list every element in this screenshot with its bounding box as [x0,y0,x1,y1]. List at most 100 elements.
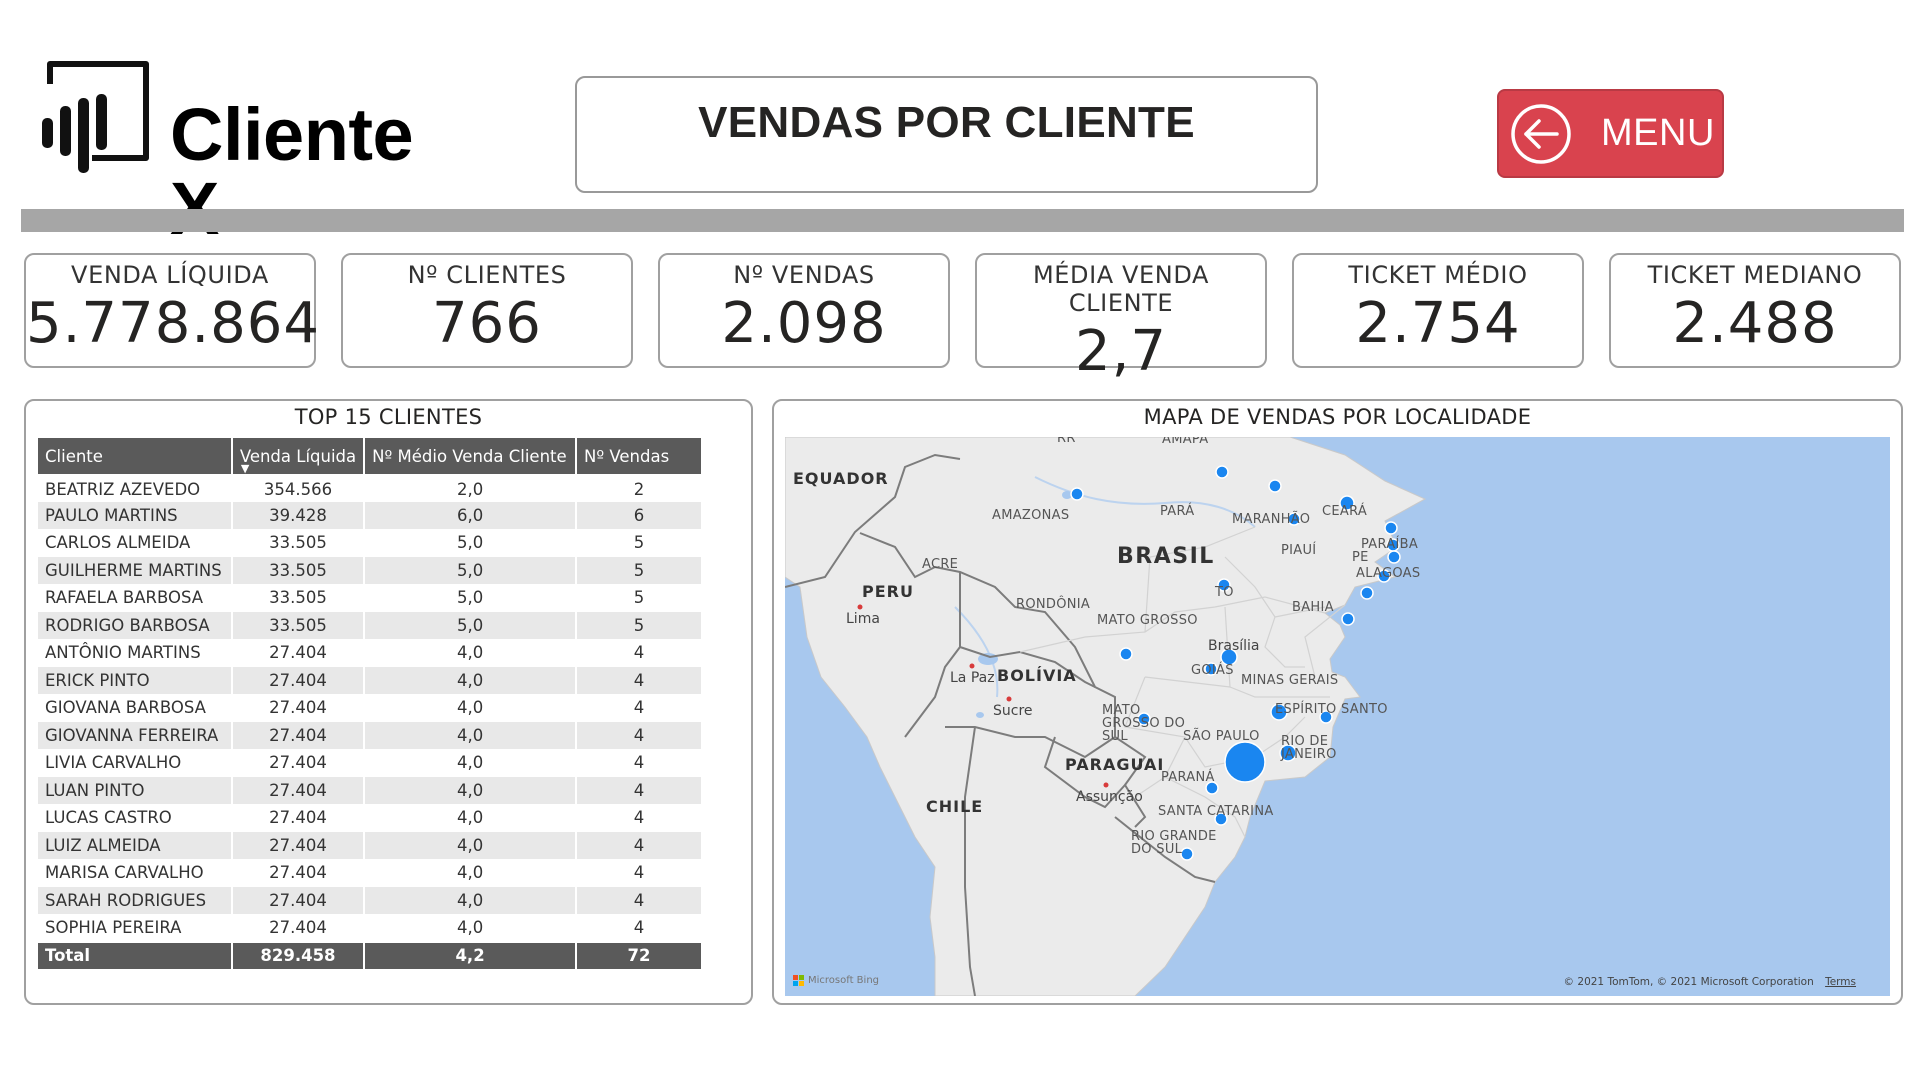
kpi-label: TICKET MÉDIO [1348,261,1528,289]
sales-bubble[interactable] [1224,741,1266,783]
table-row[interactable]: GUILHERME MARTINS 33.505 5,0 5 [38,556,701,584]
map-region-label: BAHIA [1292,600,1334,615]
column-header-n-vendas[interactable]: Nº Vendas [576,438,701,474]
cell-medio-venda-cliente: 4,0 [364,804,578,832]
sales-bubble[interactable] [1384,521,1398,535]
kpi-label: Nº CLIENTES [407,261,567,289]
page-title: VENDAS POR CLIENTE [698,98,1195,147]
map-country-label: PARAGUAI [1065,755,1165,774]
table-row[interactable]: ANTÔNIO MARTINS 27.404 4,0 4 [38,639,701,667]
cell-cliente: GUILHERME MARTINS [38,556,233,584]
sales-bubble[interactable] [1341,612,1355,626]
map-region-label: PARAÍBA [1361,537,1419,552]
sales-bubble[interactable] [1387,550,1401,564]
cell-n-vendas: 4 [633,917,645,937]
map-region-label: CEARÁ [1322,504,1368,519]
cell-medio-venda-cliente: 4,0 [364,859,578,887]
table-row[interactable]: RODRIGO BARBOSA 33.505 5,0 5 [38,611,701,639]
map-region-label: MARANHÃO [1232,512,1311,527]
table-row[interactable]: LIVIA CARVALHO 27.404 4,0 4 [38,749,701,777]
table-row[interactable]: RAFAELA BARBOSA 33.505 5,0 5 [38,584,701,612]
cell-venda-liquida: 27.404 [231,804,366,832]
map-region-label: ESPÍRITO SANTO [1275,702,1388,717]
cell-cliente: MARISA CARVALHO [38,859,233,887]
table-total-row: Total 829.458 4,2 72 [38,940,701,969]
cell-cliente: GIOVANNA FERREIRA [38,721,233,749]
table-row[interactable]: ERICK PINTO 27.404 4,0 4 [38,666,701,694]
cell-n-vendas: 5 [576,611,701,639]
city-dot [1006,696,1012,702]
cell-medio-venda-cliente: 4,0 [364,666,578,694]
cell-cliente: BEATRIZ AZEVEDO [38,474,233,502]
table-row[interactable]: BEATRIZ AZEVEDO 354.566 2,0 2 [38,474,701,502]
cell-medio-venda-cliente: 4,0 [364,639,578,667]
cell-n-vendas: 2 [633,480,645,500]
total-venda-liquida: 829.458 [231,940,366,969]
column-header-venda-liquida[interactable]: Venda Líquida ▼ [231,438,366,474]
map-region-label: PE [1352,550,1369,565]
map-region-label: PARANÁ [1161,770,1215,785]
map-city-label: La Paz [950,670,995,686]
sales-bubble[interactable] [1070,487,1084,501]
table-header-row: Cliente Venda Líquida ▼ Nº Médio Venda Cl… [38,438,701,474]
kpi-card-venda-liquida: VENDA LÍQUIDA 5.778.864 [24,253,321,368]
kpi-label: VENDA LÍQUIDA [71,261,269,289]
top-clients-title: TOP 15 CLIENTES [294,405,483,429]
arrow-left-circle-icon [1511,103,1571,164]
sort-descending-icon[interactable]: ▼ [241,463,249,474]
cell-cliente: LUIZ ALMEIDA [38,831,233,859]
map-region-label: MATO GROSSO [1097,613,1198,628]
total-medio-venda-cliente: 4,2 [364,940,578,969]
map-brand-label: Microsoft Bing [808,975,880,986]
map-terms-link[interactable]: Terms [1825,976,1856,988]
map-city-label: Assunção [1076,789,1143,805]
cell-medio-venda-cliente: 4,0 [364,914,578,942]
sales-bubble[interactable] [1215,465,1229,479]
cell-venda-liquida: 33.505 [231,556,366,584]
map-city-label: Sucre [993,703,1033,719]
cell-medio-venda-cliente: 4,0 [364,886,578,914]
column-header-cliente[interactable]: Cliente [38,438,233,474]
kpi-value: 2.098 [721,291,887,356]
map-copyright: © 2021 TomTom, © 2021 Microsoft Corporat… [1564,976,1856,988]
sales-bubble[interactable] [1268,479,1282,493]
cell-n-vendas: 5 [633,588,645,608]
cell-n-vendas: 4 [633,808,645,828]
table-row[interactable]: GIOVANA BARBOSA 27.404 4,0 4 [38,694,701,722]
microsoft-logo-icon [793,975,804,986]
cell-venda-liquida: 27.404 [231,914,366,942]
kpi-value: 5.778.864 [26,291,321,356]
kpi-label: MÉDIA VENDA CLIENTE [1032,261,1210,317]
sales-map[interactable]: EQUADOR PERU BRASIL BOLÍVIA PARAGUAI CHI… [785,437,1890,996]
table-row[interactable]: LUCAS CASTRO 27.404 4,0 4 [38,804,701,832]
table-row[interactable]: SARAH RODRIGUES 27.404 4,0 4 [38,886,701,914]
cell-medio-venda-cliente: 5,0 [364,556,578,584]
cell-cliente: ERICK PINTO [38,666,233,694]
menu-button[interactable]: MENU [1497,89,1724,178]
bar-chart-logo-icon [42,61,149,173]
cell-medio-venda-cliente: 2,0 [364,474,578,502]
cell-n-vendas: 6 [576,501,701,529]
table-row[interactable]: GIOVANNA FERREIRA 27.404 4,0 4 [38,721,701,749]
cell-cliente: RAFAELA BARBOSA [38,584,233,612]
sales-bubble[interactable] [1360,586,1374,600]
table-row[interactable]: LUIZ ALMEIDA 27.404 4,0 4 [38,831,701,859]
cell-medio-venda-cliente: 5,0 [364,611,578,639]
table-row[interactable]: LUAN PINTO 27.404 4,0 4 [38,776,701,804]
cell-venda-liquida: 27.404 [231,639,366,667]
kpi-value: 2.488 [1672,291,1838,356]
sales-bubble[interactable] [1119,647,1133,661]
cell-venda-liquida: 27.404 [231,721,366,749]
top-clients-panel: TOP 15 CLIENTES Cliente Venda Líquida ▼ N… [24,399,753,1005]
column-header-label: Venda Líquida [239,446,357,466]
top-clients-table: Cliente Venda Líquida ▼ Nº Médio Venda Cl… [38,438,701,969]
table-row[interactable]: SOPHIA PEREIRA 27.404 4,0 4 [38,914,701,942]
table-row[interactable]: CARLOS ALMEIDA 33.505 5,0 5 [38,529,701,557]
kpi-card-clientes: Nº CLIENTES 766 [341,253,633,368]
column-header-medio-venda-cliente[interactable]: Nº Médio Venda Cliente [364,438,578,474]
table-row[interactable]: PAULO MARTINS 39.428 6,0 6 [38,501,701,529]
cell-venda-liquida: 27.404 [231,666,366,694]
map-region-label: RONDÔNIA [1016,597,1091,612]
table-row[interactable]: MARISA CARVALHO 27.404 4,0 4 [38,859,701,887]
cell-n-vendas: 4 [576,721,701,749]
